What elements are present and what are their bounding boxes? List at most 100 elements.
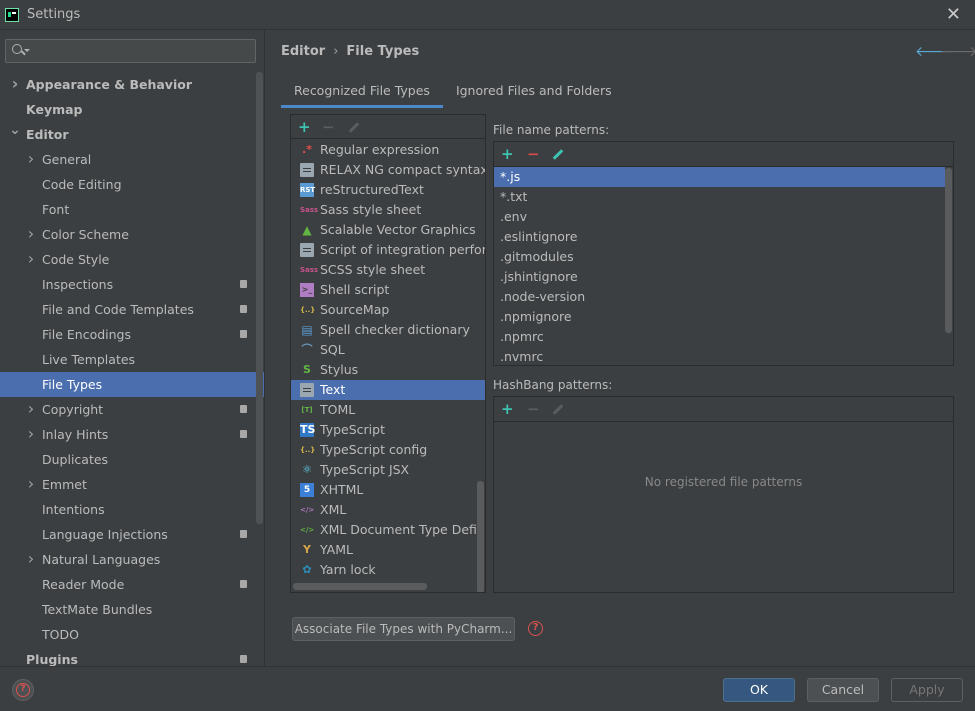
file-type-row[interactable]: ⚛ TypeScript JSX	[291, 460, 485, 480]
chevron-right-icon[interactable]: ›	[25, 246, 37, 271]
pattern-row[interactable]: *.txt	[494, 187, 945, 207]
chevron-down-icon[interactable]: ⌄	[9, 118, 21, 143]
sidebar-item-file-encodings[interactable]: File Encodings	[0, 322, 264, 347]
sidebar-item-keymap[interactable]: Keymap	[0, 97, 264, 122]
chevron-right-icon[interactable]: ›	[25, 396, 37, 421]
sidebar-item-plugins[interactable]: Plugins	[0, 647, 264, 666]
sidebar-item-intentions[interactable]: Intentions	[0, 497, 264, 522]
edit-pencil-icon[interactable]	[552, 149, 564, 160]
close-icon[interactable]: ✕	[946, 4, 961, 25]
file-type-row[interactable]: ✿ Yarn lock	[291, 560, 485, 580]
search-box[interactable]	[5, 39, 256, 63]
file-type-row[interactable]: [T] TOML	[291, 400, 485, 420]
sidebar-item-live-templates[interactable]: Live Templates	[0, 347, 264, 372]
sidebar-item-editor[interactable]: ⌄ Editor	[0, 122, 264, 147]
sidebar-item-emmet[interactable]: › Emmet	[0, 471, 264, 497]
pattern-row[interactable]: .npmrc	[494, 327, 945, 347]
sidebar-item-copyright[interactable]: › Copyright	[0, 396, 264, 422]
sidebar-item-file-and-code-templates[interactable]: File and Code Templates	[0, 297, 264, 322]
edit-pencil-icon	[552, 404, 564, 415]
chevron-right-icon[interactable]: ›	[25, 546, 37, 571]
sidebar-item-font[interactable]: Font	[0, 197, 264, 222]
file-type-name: RELAX NG compact syntax	[320, 162, 486, 177]
scss-icon: Sass	[300, 266, 319, 274]
remove-pattern-button[interactable]: −	[527, 147, 540, 162]
pattern-row[interactable]: .jshintignore	[494, 267, 945, 287]
sidebar-item-label: Editor	[26, 127, 69, 142]
chevron-right-icon[interactable]: ›	[25, 146, 37, 171]
pattern-row[interactable]: .node-version	[494, 287, 945, 307]
file-type-row[interactable]: ⌒ SQL	[291, 340, 485, 360]
file-type-row[interactable]: Sass SCSS style sheet	[291, 260, 485, 280]
project-level-badge-icon	[240, 330, 247, 338]
file-type-row[interactable]: Script of integration performance	[291, 240, 485, 260]
file-type-row[interactable]: .* Regular expression	[291, 140, 485, 160]
file-type-row[interactable]: ▲ Scalable Vector Graphics	[291, 220, 485, 240]
pattern-row[interactable]: .gitmodules	[494, 247, 945, 267]
sidebar-item-language-injections[interactable]: Language Injections	[0, 522, 264, 547]
search-history-dropdown-icon[interactable]	[24, 49, 30, 52]
sidebar-item-todo[interactable]: TODO	[0, 622, 264, 647]
sidebar-item-general[interactable]: › General	[0, 146, 264, 172]
file-type-row[interactable]: S Stylus	[291, 360, 485, 380]
tab-ignored-files-and-folders[interactable]: Ignored Files and Folders	[443, 76, 625, 108]
add-pattern-button[interactable]: +	[501, 147, 514, 162]
sidebar-item-reader-mode[interactable]: Reader Mode	[0, 572, 264, 597]
pattern-row[interactable]: .env	[494, 207, 945, 227]
yaml-icon: Y	[303, 543, 311, 556]
file-type-row[interactable]: {..} SourceMap	[291, 300, 485, 320]
ok-button[interactable]: OK	[723, 678, 795, 702]
chevron-right-icon[interactable]: ›	[9, 71, 21, 96]
sidebar-item-textmate-bundles[interactable]: TextMate Bundles	[0, 597, 264, 622]
file-type-row[interactable]: </> XML	[291, 500, 485, 520]
file-type-row[interactable]: >_ Shell script	[291, 280, 485, 300]
file-type-name: Script of integration performance	[320, 242, 485, 257]
tab-recognized-file-types[interactable]: Recognized File Types	[281, 76, 443, 108]
title-bar: Settings ✕	[0, 0, 975, 30]
file-type-row[interactable]: Text	[291, 380, 485, 400]
file-type-row[interactable]: {..} TypeScript config	[291, 440, 485, 460]
chevron-right-icon[interactable]: ›	[25, 471, 37, 496]
sidebar-item-color-scheme[interactable]: › Color Scheme	[0, 221, 264, 247]
file-types-horizontal-scrollbar[interactable]	[293, 583, 427, 590]
sidebar-item-natural-languages[interactable]: › Natural Languages	[0, 546, 264, 572]
sidebar-item-file-types[interactable]: File Types	[0, 372, 264, 397]
pattern-row[interactable]: *.js	[494, 167, 945, 187]
terminal-icon: >_	[300, 283, 314, 297]
sidebar-item-inspections[interactable]: Inspections	[0, 272, 264, 297]
file-types-vertical-scrollbar[interactable]	[477, 481, 484, 592]
file-name-patterns-toolbar: + −	[494, 142, 953, 167]
file-type-row[interactable]: ▤ Spell checker dictionary	[291, 320, 485, 340]
file-type-row[interactable]: </> XML Document Type Definition	[291, 520, 485, 540]
breadcrumb-parent[interactable]: Editor	[281, 44, 325, 59]
file-type-row[interactable]: Y YAML	[291, 540, 485, 560]
help-button[interactable]: ?	[12, 679, 34, 701]
sidebar-item-code-editing[interactable]: Code Editing	[0, 172, 264, 197]
sidebar-item-code-style[interactable]: › Code Style	[0, 246, 264, 272]
file-type-row[interactable]: Sass Sass style sheet	[291, 200, 485, 220]
pattern-row[interactable]: .eslintignore	[494, 227, 945, 247]
patterns-scrollbar[interactable]	[945, 168, 952, 333]
pattern-row[interactable]: .npmignore	[494, 307, 945, 327]
chevron-right-icon[interactable]: ›	[25, 421, 37, 446]
regex-icon: .*	[302, 143, 312, 156]
file-icon	[300, 383, 314, 397]
sidebar-scrollbar[interactable]	[256, 72, 263, 524]
file-type-row[interactable]: RELAX NG compact syntax	[291, 160, 486, 180]
sidebar-item-appearance-behavior[interactable]: › Appearance & Behavior	[0, 71, 264, 97]
add-hashbang-button[interactable]: +	[501, 402, 514, 417]
chevron-right-icon[interactable]: ›	[25, 221, 37, 246]
xml-icon: </>	[300, 506, 315, 514]
pattern-row[interactable]: .nvmrc	[494, 347, 945, 365]
help-icon[interactable]: ?	[528, 621, 543, 636]
search-input[interactable]	[34, 42, 249, 60]
cancel-button[interactable]: Cancel	[807, 678, 879, 702]
file-type-row[interactable]: RST reStructuredText	[291, 180, 485, 200]
sidebar-item-inlay-hints[interactable]: › Inlay Hints	[0, 421, 264, 447]
file-type-row[interactable]: TS TypeScript	[291, 420, 485, 440]
add-file-type-button[interactable]: +	[298, 120, 311, 135]
sass-icon: Sass	[300, 206, 319, 214]
file-type-row[interactable]: 5 XHTML	[291, 480, 485, 500]
sidebar-item-duplicates[interactable]: Duplicates	[0, 447, 264, 472]
associate-file-types-button[interactable]: Associate File Types with PyCharm...	[292, 617, 515, 641]
